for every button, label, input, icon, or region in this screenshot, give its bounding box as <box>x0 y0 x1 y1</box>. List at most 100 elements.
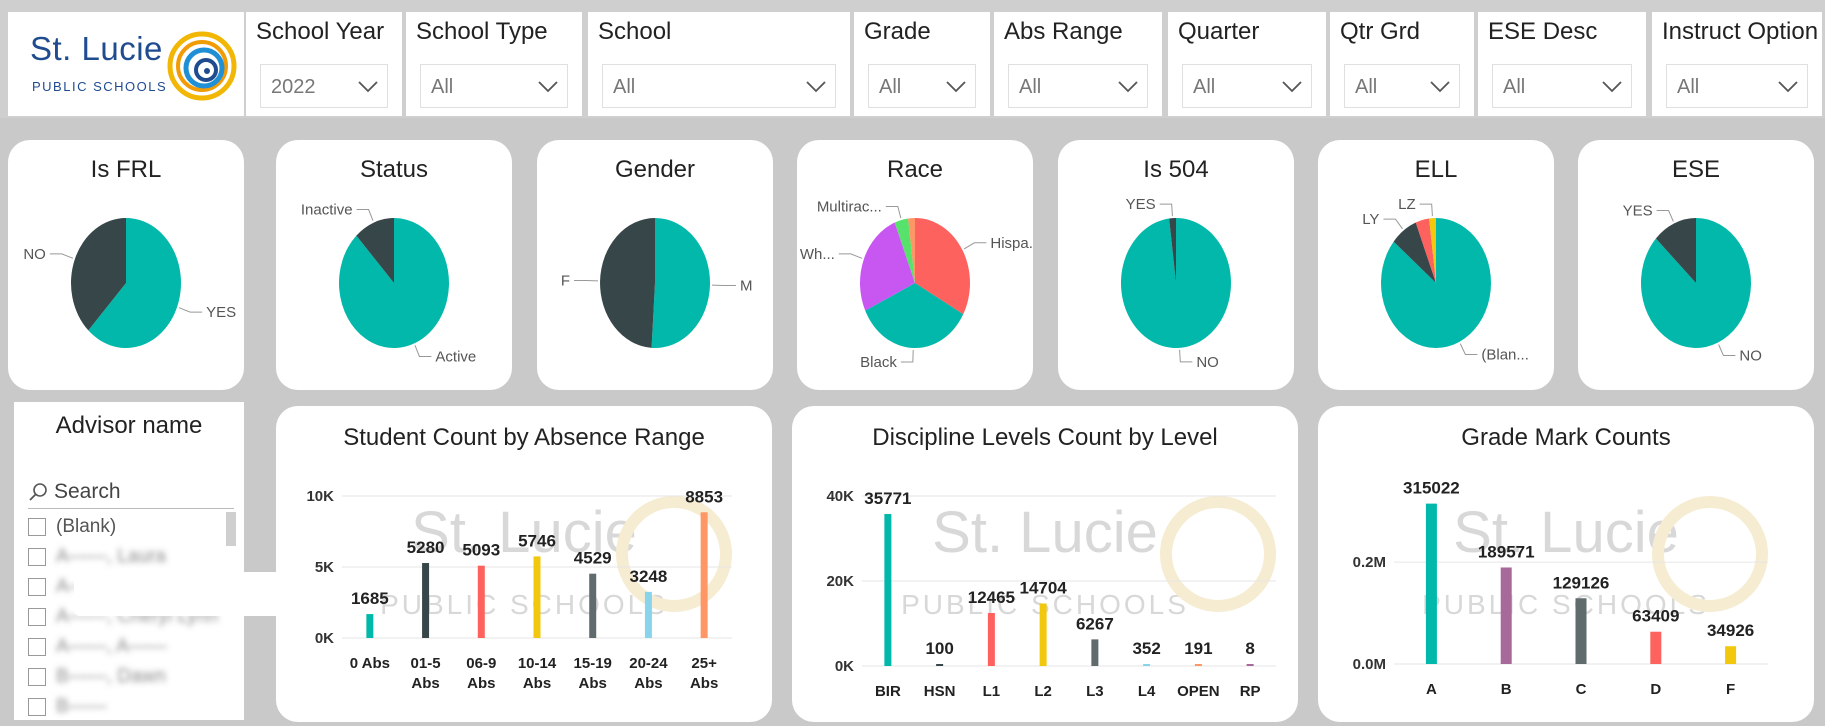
filter-title: Grade <box>864 18 931 45</box>
data-label: 1685 <box>351 589 389 608</box>
bar[interactable] <box>1194 664 1202 666</box>
filter-dropdown[interactable]: All <box>868 64 976 108</box>
bar[interactable] <box>1246 664 1254 666</box>
pie-leader-line <box>356 209 374 221</box>
pie-label: YES <box>1623 202 1653 219</box>
y-tick-label: 0.2M <box>1353 554 1386 571</box>
checkbox[interactable] <box>28 548 46 566</box>
chevron-down-icon <box>1282 81 1302 93</box>
school-logo: St. Lucie PUBLIC SCHOOLS <box>8 12 244 116</box>
filter-dropdown[interactable]: All <box>1666 64 1808 108</box>
pie-card: ELL (Blan... LY LZ <box>1318 140 1554 390</box>
bar[interactable] <box>1425 503 1437 664</box>
advisor-list-item[interactable]: A——, A—— <box>28 632 250 662</box>
bar[interactable] <box>700 512 708 638</box>
checkbox[interactable] <box>28 578 46 596</box>
bar[interactable] <box>644 591 652 638</box>
advisor-list: (Blank)A——, LauraA——, C——A——, Cheryl Lyn… <box>28 512 250 722</box>
pie-card: Is 504 NO YES <box>1058 140 1294 390</box>
bar[interactable] <box>884 513 892 666</box>
filter-dropdown[interactable]: All <box>420 64 568 108</box>
filter-dropdown[interactable]: 2022 <box>260 64 388 108</box>
category-label: F <box>1726 681 1735 698</box>
advisor-name: B—— <box>56 696 107 717</box>
category-label: 25+ Abs <box>690 655 718 692</box>
data-label: 191 <box>1184 639 1212 658</box>
category-label: D <box>1650 681 1661 698</box>
checkbox[interactable] <box>28 518 46 536</box>
advisor-scrollbar[interactable] <box>226 512 236 546</box>
filter-dropdown[interactable]: All <box>1182 64 1312 108</box>
advisor-name: A——, A—— <box>56 636 167 657</box>
pie-card: Gender M F <box>537 140 773 390</box>
filter-title: Instruct Option <box>1662 18 1819 45</box>
filter-title: School Type <box>416 18 548 45</box>
bar[interactable] <box>936 664 944 666</box>
bar[interactable] <box>1650 631 1662 664</box>
filter-title: School Year <box>256 18 385 45</box>
filter-value: All <box>613 76 636 98</box>
filter-value: All <box>1503 76 1526 98</box>
filter-title: ESE Desc <box>1488 18 1598 45</box>
bar[interactable] <box>1500 567 1512 664</box>
pie-slice[interactable] <box>651 218 711 348</box>
pie-chart: Active Inactive <box>301 202 476 366</box>
advisor-list-item[interactable]: A——, Laura <box>28 542 250 572</box>
checkbox[interactable] <box>28 668 46 686</box>
bar[interactable] <box>987 613 995 666</box>
filter-slicer: School Year 2022 <box>246 12 402 116</box>
pie-chart: MF <box>561 218 753 348</box>
advisor-search[interactable]: Search <box>28 480 121 504</box>
checkbox[interactable] <box>28 638 46 656</box>
pie-slice[interactable] <box>339 218 450 348</box>
pie-leader-line <box>1419 203 1433 217</box>
bar[interactable] <box>422 563 430 638</box>
watermark-name: St. Lucie <box>932 500 1158 565</box>
pie-label: M <box>740 277 753 294</box>
checkbox[interactable] <box>28 698 46 716</box>
filter-slicer: Abs Range All <box>994 12 1162 116</box>
pie-leader-line <box>1383 218 1403 230</box>
bar[interactable] <box>1725 646 1737 664</box>
chevron-down-icon <box>1430 81 1450 93</box>
pie-chart: NO YES <box>1623 202 1762 364</box>
pie-leader-line <box>838 253 863 259</box>
bar[interactable] <box>366 614 374 638</box>
pie-label: Active <box>435 348 476 365</box>
y-tick-label: 0K <box>835 658 854 675</box>
filter-title: Abs Range <box>1004 18 1123 45</box>
bar[interactable] <box>589 573 597 638</box>
category-label: A <box>1426 681 1437 698</box>
advisor-list-item[interactable]: B——, Dawn <box>28 662 250 692</box>
bar[interactable] <box>1091 639 1099 666</box>
logo-sun-icon <box>167 31 237 101</box>
y-tick-label: 0.0M <box>1353 656 1386 673</box>
filter-value: All <box>879 76 902 98</box>
filter-title: Quarter <box>1178 18 1260 45</box>
bar[interactable] <box>1575 598 1587 664</box>
bar[interactable] <box>1039 603 1047 666</box>
chevron-down-icon <box>1118 81 1138 93</box>
filter-dropdown[interactable]: All <box>1492 64 1632 108</box>
filter-dropdown[interactable]: All <box>1008 64 1148 108</box>
checkbox[interactable] <box>28 608 46 626</box>
chevron-down-icon <box>946 81 966 93</box>
bar[interactable] <box>1143 664 1151 666</box>
pie-label: YES <box>1126 196 1156 213</box>
pie-slice[interactable] <box>600 218 655 348</box>
advisor-name: (Blank) <box>56 516 117 537</box>
chart-card-grades: Grade Mark Counts St. Lucie PUBLIC SCHOOL… <box>1318 406 1814 722</box>
data-label: 5280 <box>407 538 445 557</box>
bar[interactable] <box>533 556 541 638</box>
pie-label: Black <box>860 354 897 371</box>
data-label: 5093 <box>462 541 500 560</box>
absence-bar-chart: St. LuciePUBLIC SCHOOLS0K5K10K16850 Abs5… <box>306 487 732 692</box>
advisor-list-item[interactable]: B—— <box>28 692 250 722</box>
filter-dropdown[interactable]: All <box>1344 64 1460 108</box>
pie-leader-line <box>1179 349 1193 363</box>
pie-chart: NO YES <box>1120 196 1231 371</box>
filter-value: All <box>1677 76 1700 98</box>
filter-dropdown[interactable]: All <box>602 64 836 108</box>
advisor-list-item[interactable]: (Blank) <box>28 512 250 542</box>
bar[interactable] <box>477 565 485 638</box>
